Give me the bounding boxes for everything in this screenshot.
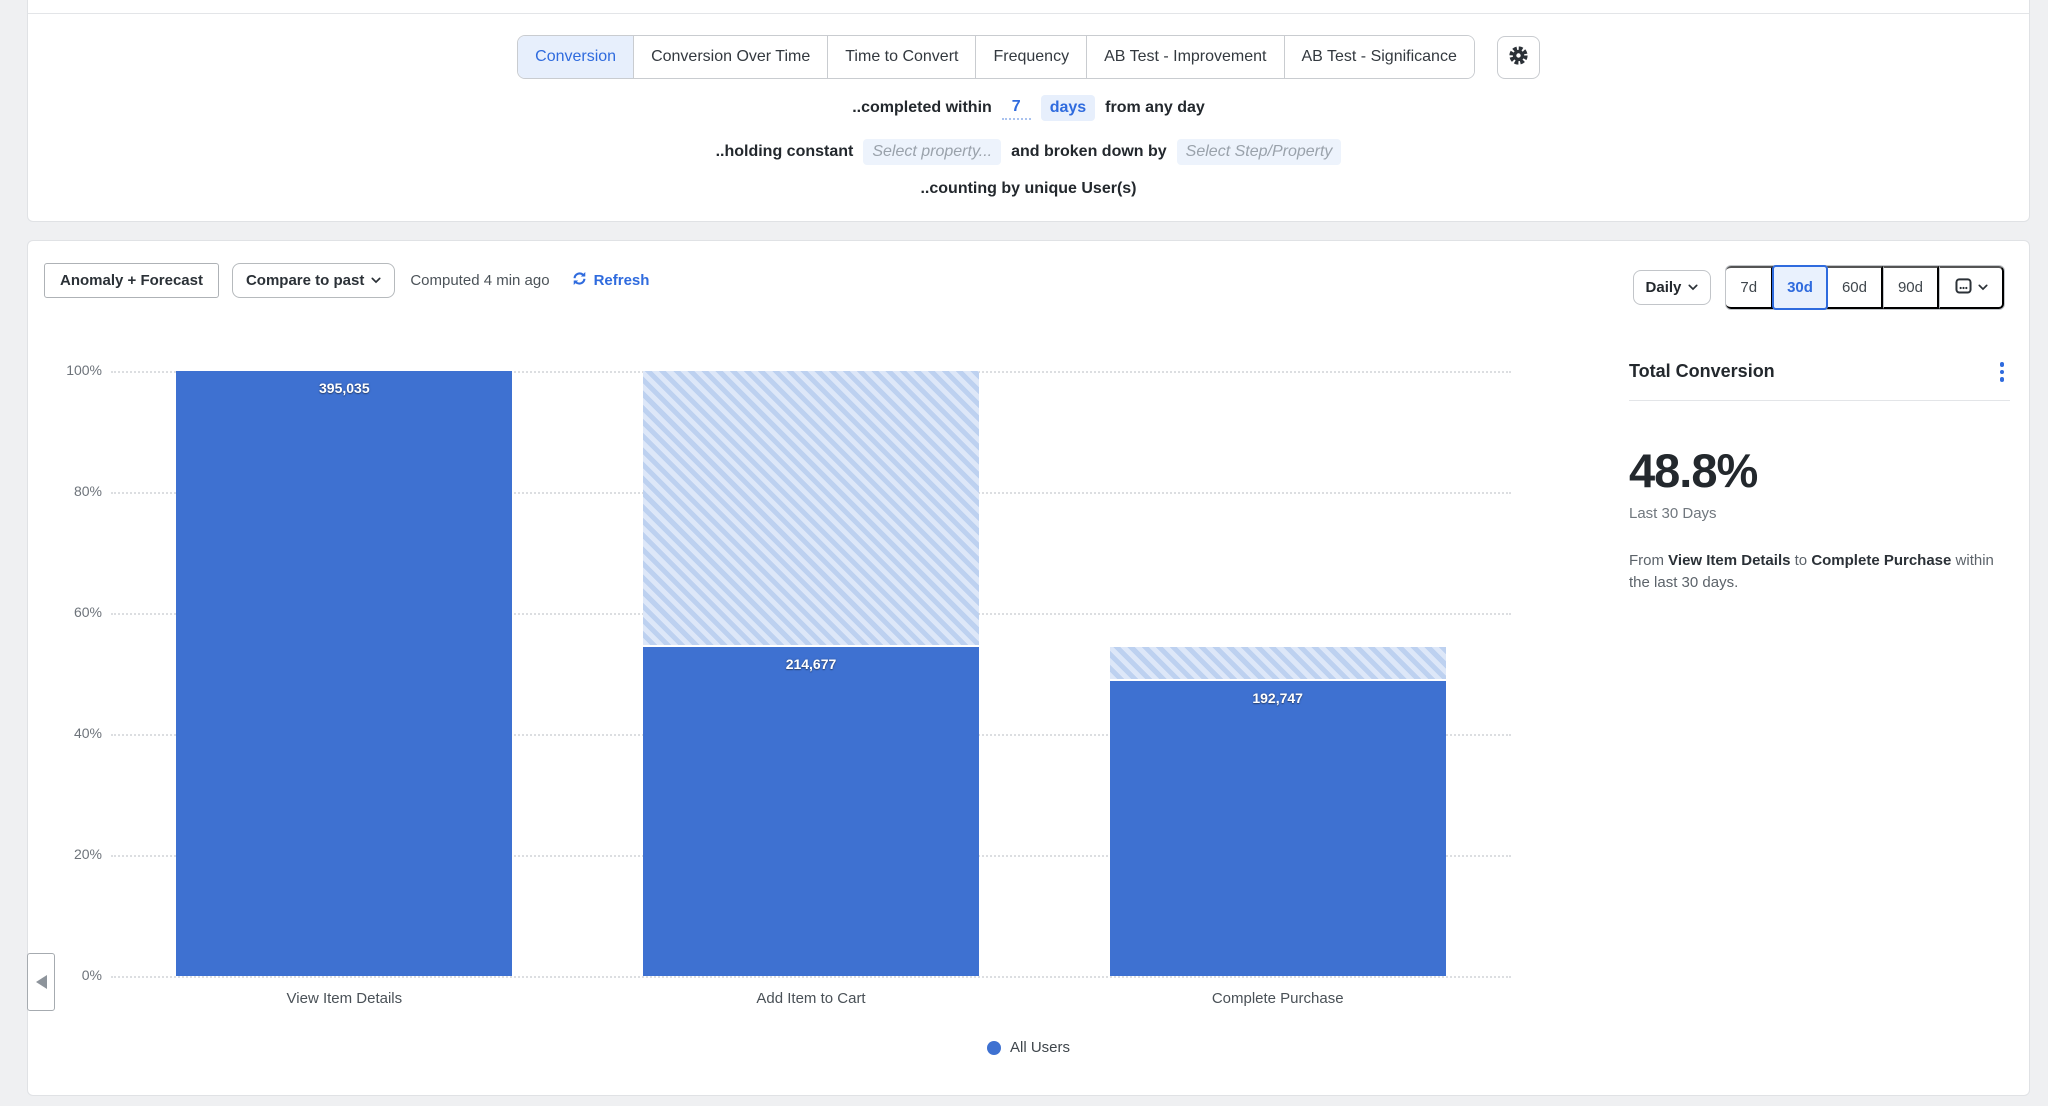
compare-to-past-label: Compare to past	[246, 272, 364, 289]
interval-label: Daily	[1646, 279, 1682, 296]
total-conversion-caption: Last 30 Days	[1629, 505, 2010, 522]
funnel-step-column-add-item-to-cart: 214,677Add Item to Cart	[578, 371, 1045, 976]
y-tick-label-60: 60%	[74, 604, 102, 620]
settings-gear-button[interactable]	[1497, 36, 1540, 79]
funnel-step-column-view-item-details: 395,035View Item Details	[111, 371, 578, 976]
converted-bar[interactable]: 214,677	[643, 647, 979, 976]
window-prefix-label: ..completed within	[852, 99, 992, 117]
chevron-down-icon	[1978, 284, 1988, 291]
tab-conversion-over-time[interactable]: Conversion Over Time	[633, 36, 827, 78]
x-axis-label-add-item-to-cart: Add Item to Cart	[578, 990, 1045, 1007]
chart-toolbar-left: Anomaly + Forecast Compare to past Compu…	[44, 263, 649, 298]
dropoff-hatch-area[interactable]	[1110, 647, 1446, 681]
refresh-label: Refresh	[594, 272, 650, 289]
panel-title: Total Conversion	[1629, 361, 1775, 382]
sidebar-collapse-button[interactable]	[27, 953, 55, 1011]
chart-toolbar-right: Daily 7d30d60d90d	[1633, 265, 2005, 310]
y-tick-label-40: 40%	[74, 725, 102, 741]
compare-to-past-button[interactable]: Compare to past	[232, 263, 395, 298]
computed-timestamp: Computed 4 min ago	[410, 272, 549, 289]
range-30d-button[interactable]: 30d	[1772, 265, 1828, 310]
holding-constant-line: ..holding constant Select property... an…	[28, 137, 2029, 167]
legend-label-all-users[interactable]: All Users	[1010, 1039, 1070, 1056]
select-property-input[interactable]: Select property...	[863, 139, 1001, 165]
conversion-window-line: ..completed within 7 days from any day	[28, 93, 2029, 123]
section-divider	[28, 13, 2029, 14]
query-config-card: ConversionConversion Over TimeTime to Co…	[27, 0, 2030, 222]
range-7d-button[interactable]: 7d	[1726, 266, 1773, 309]
interval-dropdown[interactable]: Daily	[1633, 270, 1712, 305]
refresh-icon	[571, 270, 588, 291]
chevron-down-icon	[371, 277, 381, 284]
measurement-tabs: ConversionConversion Over TimeTime to Co…	[517, 35, 1475, 79]
chart-legend: All Users	[28, 1039, 2029, 1056]
funnel-step-column-complete-purchase: 192,747Complete Purchase	[1044, 371, 1511, 976]
desc-prefix: From	[1629, 552, 1664, 569]
kebab-menu-icon[interactable]	[1994, 359, 2011, 385]
dropoff-hatch-area[interactable]	[643, 371, 979, 647]
desc-step-to: Complete Purchase	[1811, 552, 1951, 569]
refresh-button[interactable]: Refresh	[571, 270, 650, 291]
conversion-description: From View Item Details to Complete Purch…	[1629, 550, 2010, 595]
holding-constant-label: ..holding constant	[716, 143, 854, 161]
triangle-left-icon	[36, 975, 47, 989]
tab-ab-test-improvement[interactable]: AB Test - Improvement	[1086, 36, 1283, 78]
total-conversion-value: 48.8%	[1629, 443, 2010, 498]
window-unit-dropdown[interactable]: days	[1041, 95, 1095, 121]
funnel-bar-chart: 395,035View Item Details214,677Add Item …	[111, 371, 1511, 976]
total-conversion-panel: Total Conversion 48.8% Last 30 Days From…	[1629, 359, 2010, 595]
y-tick-label-100: 100%	[66, 362, 102, 378]
anomaly-forecast-button[interactable]: Anomaly + Forecast	[44, 263, 219, 298]
custom-date-range-button[interactable]	[1939, 266, 2004, 309]
panel-divider	[1629, 400, 2010, 401]
gear-icon	[1508, 45, 1529, 69]
range-60d-button[interactable]: 60d	[1827, 266, 1883, 309]
y-tick-label-20: 20%	[74, 846, 102, 862]
measurement-tabs-row: ConversionConversion Over TimeTime to Co…	[28, 35, 2029, 79]
bar-value-label: 192,747	[1110, 690, 1446, 706]
y-tick-label-80: 80%	[74, 483, 102, 499]
counting-by-line: ..counting by unique User(s)	[28, 174, 2029, 204]
date-range-segmented-control: 7d30d60d90d	[1725, 265, 2005, 310]
calendar-icon	[1954, 276, 1973, 299]
window-suffix-label: from any day	[1105, 99, 1205, 117]
counting-by-label: ..counting by unique User(s)	[920, 180, 1136, 198]
chart-card: Anomaly + Forecast Compare to past Compu…	[27, 240, 2030, 1096]
x-axis-label-complete-purchase: Complete Purchase	[1044, 990, 1511, 1007]
legend-dot-icon	[987, 1041, 1001, 1055]
select-step-property-input[interactable]: Select Step/Property	[1177, 139, 1342, 165]
tab-conversion[interactable]: Conversion	[518, 36, 633, 78]
bar-value-label: 395,035	[176, 380, 512, 396]
y-axis: 0%20%40%60%80%100%	[46, 371, 102, 976]
tab-ab-test-significance[interactable]: AB Test - Significance	[1284, 36, 1474, 78]
gridline-0	[111, 976, 1511, 978]
desc-mid: to	[1795, 552, 1808, 569]
x-axis-label-view-item-details: View Item Details	[111, 990, 578, 1007]
bar-value-label: 214,677	[643, 656, 979, 672]
y-tick-label-0: 0%	[82, 967, 102, 983]
window-value-input[interactable]: 7	[1002, 96, 1031, 120]
converted-bar[interactable]: 395,035	[176, 371, 512, 976]
range-90d-button[interactable]: 90d	[1883, 266, 1939, 309]
desc-step-from: View Item Details	[1668, 552, 1790, 569]
tab-time-to-convert[interactable]: Time to Convert	[827, 36, 975, 78]
tab-frequency[interactable]: Frequency	[975, 36, 1086, 78]
broken-down-by-label: and broken down by	[1011, 143, 1167, 161]
converted-bar[interactable]: 192,747	[1110, 681, 1446, 976]
chevron-down-icon	[1688, 284, 1698, 291]
